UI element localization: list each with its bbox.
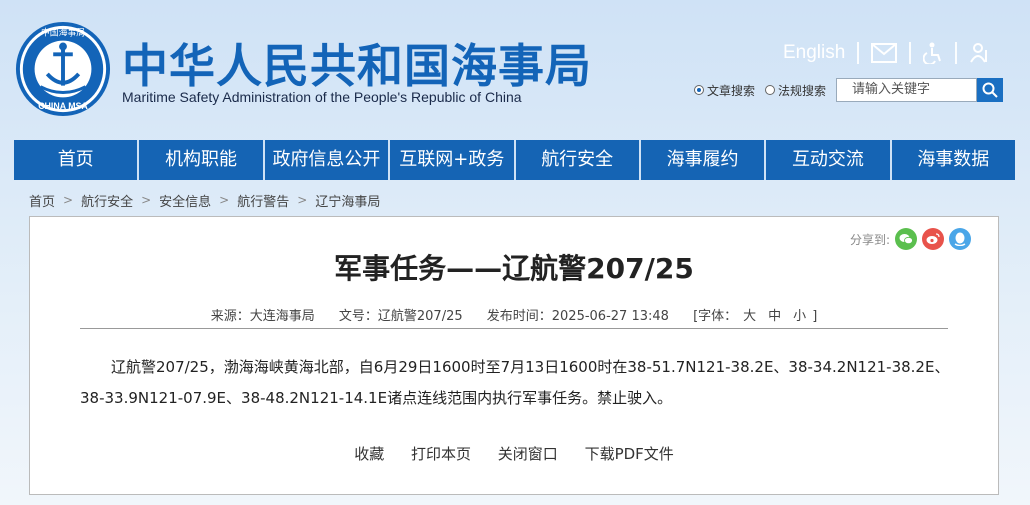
article-publish-time: 发布时间：2025-06-27 13:48	[486, 309, 669, 324]
divider	[955, 42, 958, 64]
nav-item-interaction[interactable]: 互动交流	[766, 140, 892, 180]
close-window-button[interactable]: 关闭窗口	[498, 445, 558, 463]
chevron-right-icon: >	[63, 193, 74, 207]
font-size-label: [字体：	[693, 309, 738, 324]
english-link[interactable]: English	[783, 42, 845, 64]
article-title: 军事任务——辽航警207/25	[334, 252, 694, 285]
share-label: 分享到:	[850, 232, 891, 247]
mail-icon[interactable]	[871, 43, 898, 63]
print-button[interactable]: 打印本页	[411, 445, 471, 463]
nav-item-home[interactable]: 首页	[14, 140, 140, 180]
article-actions: 收藏 打印本页 关闭窗口 下载PDF文件	[30, 443, 998, 464]
font-size-small[interactable]: 小	[793, 309, 806, 324]
nav-item-gov-info[interactable]: 政府信息公开	[265, 140, 391, 180]
chevron-right-icon: >	[141, 193, 152, 207]
article-meta: 来源：大连海事局 文号：辽航警207/25 发布时间：2025-06-27 13…	[30, 305, 998, 324]
radio-checked[interactable]	[694, 85, 704, 95]
search-button[interactable]	[977, 78, 1004, 102]
article-body: 辽航警207/25，渤海海峡黄海北部，自6月29日1600时至7月13日1600…	[80, 358, 950, 407]
download-pdf-button[interactable]: 下载PDF文件	[585, 445, 674, 463]
top-links: English	[783, 38, 991, 68]
breadcrumb-item[interactable]: 安全信息	[159, 191, 211, 210]
breadcrumb-item[interactable]: 航行安全	[81, 191, 133, 210]
radio-unchecked[interactable]	[765, 85, 776, 95]
svg-text:CHINA MSA: CHINA MSA	[38, 101, 88, 111]
site-header: 中国海事局 CHINA MSA 中华人民共和国海事局 Maritime Safe…	[0, 0, 1030, 140]
divider	[80, 328, 948, 329]
radio-label: 法规搜索	[778, 83, 827, 98]
nav-item-internet-services[interactable]: 互联网+政务	[390, 140, 516, 180]
nav-item-compliance[interactable]: 海事履约	[641, 140, 767, 180]
article-source: 来源：大连海事局	[210, 309, 315, 324]
elder-mode-icon[interactable]	[969, 42, 991, 64]
radio-label: 文章搜索	[707, 83, 756, 98]
chevron-right-icon: >	[219, 193, 230, 207]
search-icon	[982, 82, 998, 98]
font-size-bracket: ]	[812, 309, 818, 324]
article-doc-no: 文号：辽航警207/25	[338, 309, 463, 324]
breadcrumb: 首页 > 航行安全 > 安全信息 > 航行警告 > 辽宁海事局	[29, 188, 380, 212]
font-size-medium[interactable]: 中	[768, 309, 781, 324]
site-title: 中华人民共和国海事局	[122, 39, 592, 93]
divider	[909, 42, 912, 64]
search-option-law[interactable]: 法规搜索	[765, 82, 826, 99]
search-input[interactable]: 请输入关键字	[836, 78, 978, 102]
search-bar: 文章搜索 法规搜索 请输入关键字	[694, 78, 1004, 102]
site-subtitle: Maritime Safety Administration of the Pe…	[122, 89, 522, 105]
breadcrumb-item[interactable]: 辽宁海事局	[315, 191, 380, 210]
search-option-article[interactable]: 文章搜索	[694, 82, 755, 99]
favorite-button[interactable]: 收藏	[354, 445, 384, 463]
nav-item-navigation-safety[interactable]: 航行安全	[516, 140, 641, 180]
nav-item-functions[interactable]: 机构职能	[139, 140, 265, 180]
nav-item-data[interactable]: 海事数据	[892, 140, 1015, 180]
svg-text:中国海事局: 中国海事局	[41, 27, 85, 39]
breadcrumb-item[interactable]: 首页	[29, 191, 55, 210]
article-panel: 分享到: 军事任务——辽航警207/25 来源：大连海事局 文号：辽航警207/…	[29, 216, 999, 495]
chevron-right-icon: >	[297, 193, 308, 207]
china-msa-logo[interactable]: 中国海事局 CHINA MSA	[14, 20, 112, 118]
font-size-control: [字体： 大中小]	[693, 309, 817, 324]
accessibility-icon[interactable]	[923, 42, 943, 64]
main-nav: 首页 机构职能 政府信息公开 互联网+政务 航行安全 海事履约 互动交流 海事数…	[14, 140, 1015, 180]
divider	[857, 42, 860, 64]
font-size-large[interactable]: 大	[743, 309, 756, 324]
breadcrumb-item[interactable]: 航行警告	[237, 191, 289, 210]
